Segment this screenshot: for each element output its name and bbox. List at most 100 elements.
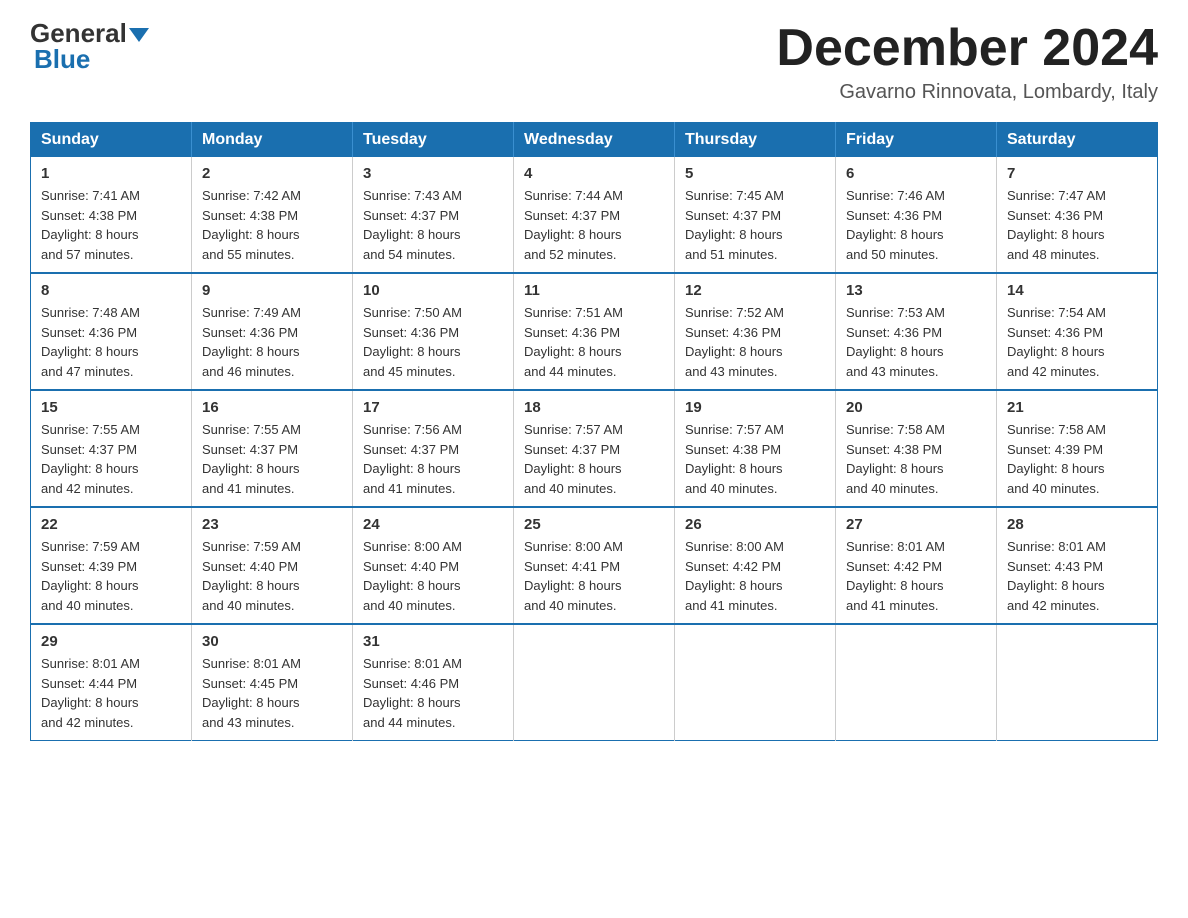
day-info: Sunrise: 7:55 AM Sunset: 4:37 PM Dayligh… bbox=[202, 420, 342, 498]
day-info: Sunrise: 7:45 AM Sunset: 4:37 PM Dayligh… bbox=[685, 186, 825, 264]
calendar-day-cell: 10 Sunrise: 7:50 AM Sunset: 4:36 PM Dayl… bbox=[353, 273, 514, 390]
day-number: 26 bbox=[685, 516, 825, 533]
day-number: 16 bbox=[202, 399, 342, 416]
logo: General Blue bbox=[30, 20, 149, 72]
calendar-day-cell: 22 Sunrise: 7:59 AM Sunset: 4:39 PM Dayl… bbox=[31, 507, 192, 624]
day-info: Sunrise: 8:00 AM Sunset: 4:40 PM Dayligh… bbox=[363, 537, 503, 615]
day-number: 22 bbox=[41, 516, 181, 533]
day-info: Sunrise: 7:49 AM Sunset: 4:36 PM Dayligh… bbox=[202, 303, 342, 381]
calendar-day-cell bbox=[675, 624, 836, 741]
day-number: 3 bbox=[363, 165, 503, 182]
weekday-header-row: Sunday Monday Tuesday Wednesday Thursday… bbox=[31, 123, 1158, 158]
calendar-week-row: 22 Sunrise: 7:59 AM Sunset: 4:39 PM Dayl… bbox=[31, 507, 1158, 624]
day-info: Sunrise: 7:57 AM Sunset: 4:37 PM Dayligh… bbox=[524, 420, 664, 498]
calendar-day-cell: 30 Sunrise: 8:01 AM Sunset: 4:45 PM Dayl… bbox=[192, 624, 353, 741]
day-number: 5 bbox=[685, 165, 825, 182]
day-number: 17 bbox=[363, 399, 503, 416]
day-number: 8 bbox=[41, 282, 181, 299]
day-number: 15 bbox=[41, 399, 181, 416]
day-number: 19 bbox=[685, 399, 825, 416]
calendar-day-cell: 16 Sunrise: 7:55 AM Sunset: 4:37 PM Dayl… bbox=[192, 390, 353, 507]
calendar-day-cell: 20 Sunrise: 7:58 AM Sunset: 4:38 PM Dayl… bbox=[836, 390, 997, 507]
day-number: 2 bbox=[202, 165, 342, 182]
day-number: 20 bbox=[846, 399, 986, 416]
page-header: General Blue December 2024 Gavarno Rinno… bbox=[30, 20, 1158, 104]
calendar-day-cell: 8 Sunrise: 7:48 AM Sunset: 4:36 PM Dayli… bbox=[31, 273, 192, 390]
day-number: 7 bbox=[1007, 165, 1147, 182]
day-info: Sunrise: 7:56 AM Sunset: 4:37 PM Dayligh… bbox=[363, 420, 503, 498]
header-thursday: Thursday bbox=[675, 123, 836, 158]
header-friday: Friday bbox=[836, 123, 997, 158]
day-info: Sunrise: 7:50 AM Sunset: 4:36 PM Dayligh… bbox=[363, 303, 503, 381]
day-number: 10 bbox=[363, 282, 503, 299]
day-number: 13 bbox=[846, 282, 986, 299]
calendar-day-cell: 9 Sunrise: 7:49 AM Sunset: 4:36 PM Dayli… bbox=[192, 273, 353, 390]
calendar-week-row: 15 Sunrise: 7:55 AM Sunset: 4:37 PM Dayl… bbox=[31, 390, 1158, 507]
day-info: Sunrise: 7:51 AM Sunset: 4:36 PM Dayligh… bbox=[524, 303, 664, 381]
calendar-day-cell: 2 Sunrise: 7:42 AM Sunset: 4:38 PM Dayli… bbox=[192, 157, 353, 273]
day-info: Sunrise: 7:53 AM Sunset: 4:36 PM Dayligh… bbox=[846, 303, 986, 381]
header-monday: Monday bbox=[192, 123, 353, 158]
calendar-day-cell bbox=[836, 624, 997, 741]
calendar-week-row: 29 Sunrise: 8:01 AM Sunset: 4:44 PM Dayl… bbox=[31, 624, 1158, 741]
day-info: Sunrise: 7:57 AM Sunset: 4:38 PM Dayligh… bbox=[685, 420, 825, 498]
calendar-day-cell: 28 Sunrise: 8:01 AM Sunset: 4:43 PM Dayl… bbox=[997, 507, 1158, 624]
calendar-day-cell: 14 Sunrise: 7:54 AM Sunset: 4:36 PM Dayl… bbox=[997, 273, 1158, 390]
calendar-day-cell: 7 Sunrise: 7:47 AM Sunset: 4:36 PM Dayli… bbox=[997, 157, 1158, 273]
calendar-day-cell: 5 Sunrise: 7:45 AM Sunset: 4:37 PM Dayli… bbox=[675, 157, 836, 273]
header-saturday: Saturday bbox=[997, 123, 1158, 158]
day-info: Sunrise: 7:41 AM Sunset: 4:38 PM Dayligh… bbox=[41, 186, 181, 264]
logo-general: General bbox=[30, 20, 149, 46]
day-info: Sunrise: 7:59 AM Sunset: 4:39 PM Dayligh… bbox=[41, 537, 181, 615]
day-info: Sunrise: 7:42 AM Sunset: 4:38 PM Dayligh… bbox=[202, 186, 342, 264]
calendar-day-cell: 6 Sunrise: 7:46 AM Sunset: 4:36 PM Dayli… bbox=[836, 157, 997, 273]
header-tuesday: Tuesday bbox=[353, 123, 514, 158]
day-number: 9 bbox=[202, 282, 342, 299]
calendar-day-cell: 1 Sunrise: 7:41 AM Sunset: 4:38 PM Dayli… bbox=[31, 157, 192, 273]
calendar-body: 1 Sunrise: 7:41 AM Sunset: 4:38 PM Dayli… bbox=[31, 157, 1158, 741]
calendar-table: Sunday Monday Tuesday Wednesday Thursday… bbox=[30, 122, 1158, 741]
location-subtitle: Gavarno Rinnovata, Lombardy, Italy bbox=[776, 81, 1158, 104]
logo-arrow-icon bbox=[129, 28, 149, 42]
calendar-day-cell: 18 Sunrise: 7:57 AM Sunset: 4:37 PM Dayl… bbox=[514, 390, 675, 507]
logo-blue-word: Blue bbox=[34, 44, 90, 74]
day-info: Sunrise: 8:01 AM Sunset: 4:44 PM Dayligh… bbox=[41, 654, 181, 732]
day-number: 1 bbox=[41, 165, 181, 182]
calendar-day-cell: 11 Sunrise: 7:51 AM Sunset: 4:36 PM Dayl… bbox=[514, 273, 675, 390]
calendar-day-cell: 29 Sunrise: 8:01 AM Sunset: 4:44 PM Dayl… bbox=[31, 624, 192, 741]
day-number: 11 bbox=[524, 282, 664, 299]
day-number: 24 bbox=[363, 516, 503, 533]
day-number: 14 bbox=[1007, 282, 1147, 299]
day-info: Sunrise: 7:58 AM Sunset: 4:39 PM Dayligh… bbox=[1007, 420, 1147, 498]
day-number: 28 bbox=[1007, 516, 1147, 533]
calendar-day-cell bbox=[514, 624, 675, 741]
calendar-day-cell: 27 Sunrise: 8:01 AM Sunset: 4:42 PM Dayl… bbox=[836, 507, 997, 624]
day-number: 31 bbox=[363, 633, 503, 650]
logo-blue-text: Blue bbox=[30, 46, 149, 72]
calendar-day-cell: 23 Sunrise: 7:59 AM Sunset: 4:40 PM Dayl… bbox=[192, 507, 353, 624]
day-info: Sunrise: 7:58 AM Sunset: 4:38 PM Dayligh… bbox=[846, 420, 986, 498]
day-number: 6 bbox=[846, 165, 986, 182]
title-block: December 2024 Gavarno Rinnovata, Lombard… bbox=[776, 20, 1158, 104]
day-info: Sunrise: 8:01 AM Sunset: 4:42 PM Dayligh… bbox=[846, 537, 986, 615]
day-info: Sunrise: 8:01 AM Sunset: 4:45 PM Dayligh… bbox=[202, 654, 342, 732]
day-info: Sunrise: 7:52 AM Sunset: 4:36 PM Dayligh… bbox=[685, 303, 825, 381]
day-number: 23 bbox=[202, 516, 342, 533]
calendar-day-cell: 26 Sunrise: 8:00 AM Sunset: 4:42 PM Dayl… bbox=[675, 507, 836, 624]
day-number: 21 bbox=[1007, 399, 1147, 416]
calendar-day-cell: 24 Sunrise: 8:00 AM Sunset: 4:40 PM Dayl… bbox=[353, 507, 514, 624]
day-info: Sunrise: 7:54 AM Sunset: 4:36 PM Dayligh… bbox=[1007, 303, 1147, 381]
calendar-day-cell: 15 Sunrise: 7:55 AM Sunset: 4:37 PM Dayl… bbox=[31, 390, 192, 507]
header-sunday: Sunday bbox=[31, 123, 192, 158]
day-number: 25 bbox=[524, 516, 664, 533]
day-info: Sunrise: 7:43 AM Sunset: 4:37 PM Dayligh… bbox=[363, 186, 503, 264]
day-info: Sunrise: 8:00 AM Sunset: 4:42 PM Dayligh… bbox=[685, 537, 825, 615]
calendar-day-cell: 21 Sunrise: 7:58 AM Sunset: 4:39 PM Dayl… bbox=[997, 390, 1158, 507]
calendar-day-cell: 17 Sunrise: 7:56 AM Sunset: 4:37 PM Dayl… bbox=[353, 390, 514, 507]
day-info: Sunrise: 8:01 AM Sunset: 4:46 PM Dayligh… bbox=[363, 654, 503, 732]
day-number: 4 bbox=[524, 165, 664, 182]
day-number: 29 bbox=[41, 633, 181, 650]
day-number: 18 bbox=[524, 399, 664, 416]
calendar-day-cell: 12 Sunrise: 7:52 AM Sunset: 4:36 PM Dayl… bbox=[675, 273, 836, 390]
day-info: Sunrise: 7:59 AM Sunset: 4:40 PM Dayligh… bbox=[202, 537, 342, 615]
